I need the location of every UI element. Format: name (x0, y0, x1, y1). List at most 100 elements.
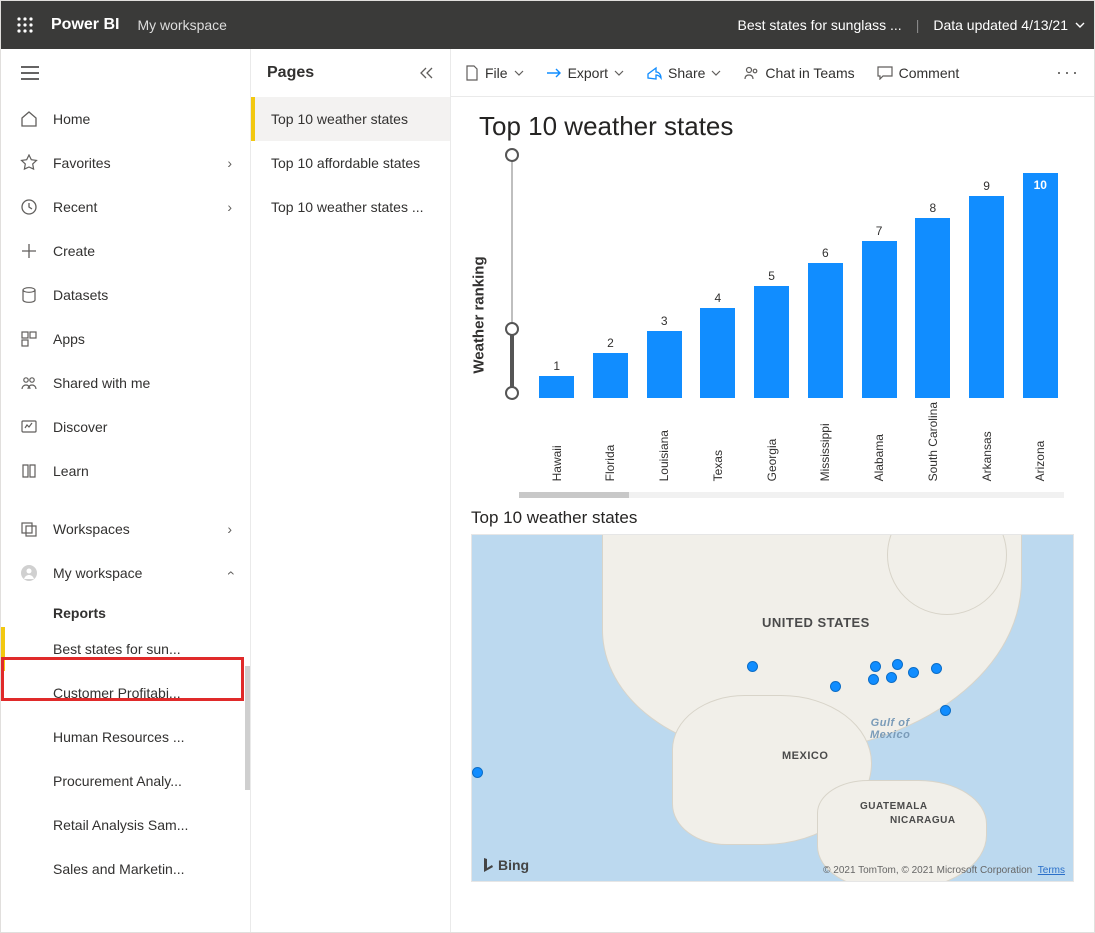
home-icon (19, 110, 39, 128)
report-canvas: Top 10 weather states Weather ranking 1 2… (451, 97, 1094, 932)
export-menu[interactable]: Export (546, 65, 624, 81)
divider: | (916, 17, 920, 33)
nav-datasets-label: Datasets (53, 287, 108, 303)
global-header: Power BI My workspace Best states for su… (1, 1, 1094, 49)
chat-teams-button[interactable]: Chat in Teams (743, 65, 854, 81)
bar-value-label: 10 (1034, 178, 1047, 192)
bar-value-label: 5 (768, 269, 775, 283)
export-icon (546, 66, 562, 80)
pages-pane: Pages Top 10 weather states Top 10 affor… (251, 49, 451, 932)
map-visual[interactable]: UNITED STATES MEXICO Gulf of Mexico GUAT… (471, 534, 1074, 882)
file-menu[interactable]: File (465, 65, 524, 81)
report-item[interactable]: Procurement Analy... (1, 759, 250, 803)
share-menu[interactable]: Share (646, 65, 721, 81)
bing-logo: Bing (482, 857, 529, 873)
more-options-icon[interactable]: ··· (1056, 62, 1080, 83)
nav-learn[interactable]: Learn (1, 449, 250, 493)
bar-value-label: 3 (661, 314, 668, 328)
nav-collapse-toggle[interactable] (1, 49, 250, 97)
report-item[interactable]: Best states for sun... (1, 627, 250, 671)
comment-button[interactable]: Comment (877, 65, 960, 81)
bar-value-label: 8 (929, 201, 936, 215)
nav-apps[interactable]: Apps (1, 317, 250, 361)
brand-label[interactable]: Power BI (51, 16, 119, 34)
scrollbar[interactable] (245, 666, 250, 790)
x-axis-label: South Carolina (926, 402, 940, 481)
report-title[interactable]: Best states for sunglass ... (738, 17, 902, 33)
bar[interactable]: 1 (533, 150, 580, 398)
slider-thumb[interactable] (505, 148, 519, 162)
x-axis-label: Georgia (765, 402, 779, 481)
x-axis-label: Hawaii (550, 402, 564, 481)
pages-header-label: Pages (267, 64, 314, 82)
chevron-down-icon (614, 68, 624, 78)
app-root: Power BI My workspace Best states for su… (0, 0, 1095, 933)
nav-shared[interactable]: Shared with me (1, 361, 250, 405)
collapse-pane-icon[interactable] (418, 66, 434, 80)
page-tab[interactable]: Top 10 weather states (251, 97, 450, 141)
person-icon (19, 564, 39, 582)
app-launcher-icon[interactable] (9, 9, 41, 41)
nav-home-label: Home (53, 111, 90, 127)
nav-apps-label: Apps (53, 331, 85, 347)
clock-icon (19, 198, 39, 216)
book-icon (19, 462, 39, 480)
y-axis-label: Weather ranking (471, 256, 488, 373)
nav-recent[interactable]: Recent› (1, 185, 250, 229)
chevron-down-icon (514, 68, 524, 78)
teams-icon (743, 65, 759, 81)
bar-value-label: 7 (876, 224, 883, 238)
nav-favorites-label: Favorites (53, 155, 111, 171)
report-area: File Export Share Chat in Teams Comment … (451, 49, 1094, 932)
slider-thumb[interactable] (505, 386, 519, 400)
bar[interactable]: 4 (694, 150, 741, 398)
comment-icon (877, 66, 893, 80)
report-item[interactable]: Retail Analysis Sam... (1, 803, 250, 847)
nav-favorites[interactable]: Favorites› (1, 141, 250, 185)
bar[interactable]: 7 (855, 150, 902, 398)
bar-chart-visual[interactable]: Weather ranking 12345678910 HawaiiFlorid… (471, 150, 1074, 480)
nav-datasets[interactable]: Datasets (1, 273, 250, 317)
comment-label: Comment (899, 65, 960, 81)
slider-thumb[interactable] (505, 322, 519, 336)
chevron-right-icon: › (227, 521, 232, 537)
apps-icon (19, 330, 39, 348)
data-updated-button[interactable]: Data updated 4/13/21 (933, 17, 1086, 33)
map-label-guatemala: GUATEMALA (860, 801, 928, 812)
discover-icon (19, 418, 39, 436)
nav-discover[interactable]: Discover (1, 405, 250, 449)
left-nav: Home Favorites› Recent› Create Datasets … (1, 49, 251, 932)
x-axis-label: Mississippi (818, 402, 832, 481)
page-tab[interactable]: Top 10 affordable states (251, 141, 450, 185)
y-axis-slider[interactable] (505, 150, 519, 398)
export-label: Export (568, 65, 608, 81)
bar-value-label: 1 (553, 359, 560, 373)
pages-header: Pages (251, 49, 450, 97)
nav-shared-label: Shared with me (53, 375, 150, 391)
nav-create-label: Create (53, 243, 95, 259)
nav-myworkspace[interactable]: My workspace› (1, 551, 250, 595)
bar[interactable]: 5 (748, 150, 795, 398)
report-item[interactable]: Human Resources ... (1, 715, 250, 759)
nav-home[interactable]: Home (1, 97, 250, 141)
bar[interactable]: 6 (802, 150, 849, 398)
bar[interactable]: 2 (587, 150, 634, 398)
report-item[interactable]: Sales and Marketin... (1, 847, 250, 891)
workspace-name[interactable]: My workspace (137, 17, 226, 33)
bar[interactable]: 3 (640, 150, 687, 398)
map-label-us: UNITED STATES (762, 615, 870, 630)
map-visual-title: Top 10 weather states (471, 508, 1074, 528)
report-item[interactable]: Customer Profitabi... (1, 671, 250, 715)
bar[interactable]: 9 (963, 150, 1010, 398)
bar[interactable]: 10 (1017, 150, 1064, 398)
nav-create[interactable]: Create (1, 229, 250, 273)
bar-value-label: 6 (822, 246, 829, 260)
page-tab[interactable]: Top 10 weather states ... (251, 185, 450, 229)
visual-title: Top 10 weather states (479, 111, 1074, 142)
body: Home Favorites› Recent› Create Datasets … (1, 49, 1094, 932)
nav-workspaces[interactable]: Workspaces› (1, 507, 250, 551)
horizontal-scrollbar[interactable] (519, 492, 1064, 498)
map-label-nicaragua: NICARAGUA (890, 815, 956, 826)
bar[interactable]: 8 (909, 150, 956, 398)
terms-link[interactable]: Terms (1038, 865, 1065, 876)
